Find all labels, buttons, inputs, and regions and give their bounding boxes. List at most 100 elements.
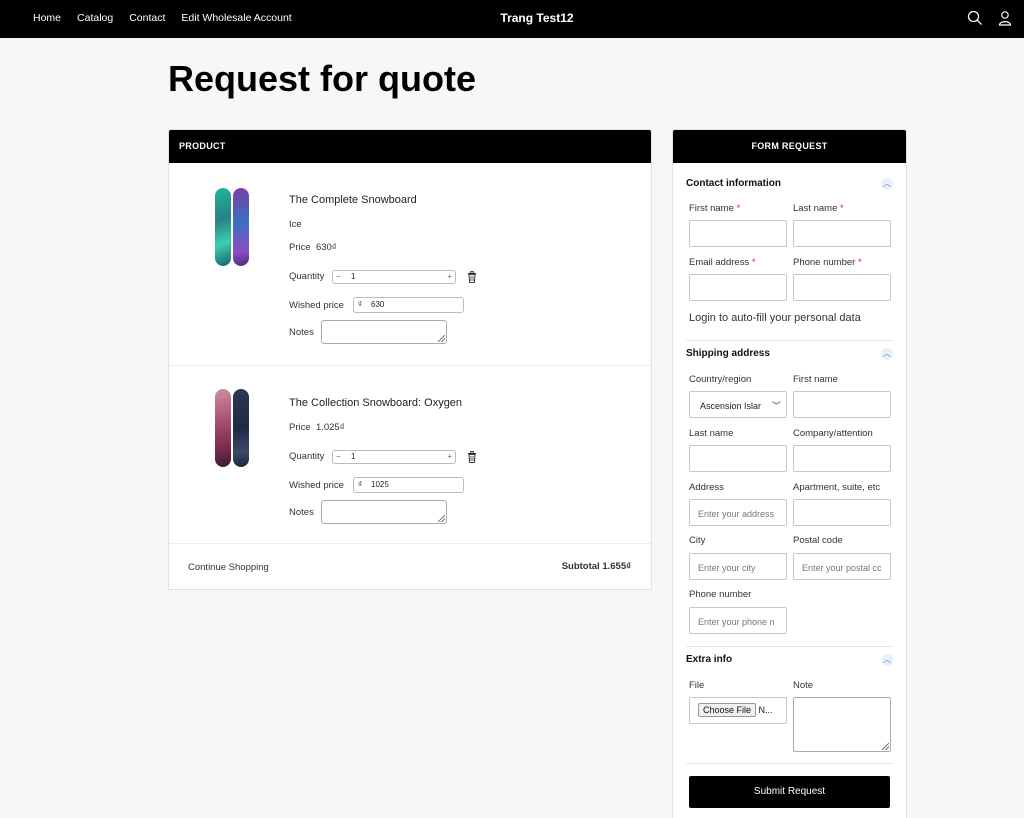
nav-catalog-link[interactable]: Catalog — [77, 12, 113, 24]
nav-contact-link[interactable]: Contact — [129, 12, 165, 24]
product-name[interactable]: The Complete Snowboard — [289, 194, 417, 206]
product-price: Price 630₫ — [289, 242, 337, 253]
wished-price-input[interactable]: ₫ 630 — [353, 297, 464, 313]
cart-footer: Continue Shopping Subtotal 1.655₫ — [169, 543, 651, 589]
currency-symbol: ₫ — [358, 480, 363, 489]
wished-price-label: Wished price — [289, 480, 344, 491]
label-text: First name — [689, 203, 734, 214]
trash-icon[interactable] — [467, 451, 477, 463]
product-row: The Collection Snowboard: Oxygen Price 1… — [169, 365, 651, 543]
contact-section-title: Contact information — [686, 178, 781, 189]
note-textarea[interactable] — [793, 697, 891, 752]
phone-field[interactable] — [793, 274, 891, 301]
notes-label: Notes — [289, 327, 314, 338]
notes-textarea[interactable] — [321, 320, 447, 344]
file-label: File — [689, 680, 705, 691]
email-label: Email address * — [689, 257, 756, 268]
increase-quantity-button[interactable]: + — [447, 451, 452, 463]
nav-home-link[interactable]: Home — [33, 12, 61, 24]
subtotal: Subtotal 1.655₫ — [561, 561, 631, 572]
postal-code-input[interactable]: Enter your postal cc — [793, 553, 891, 580]
section-divider — [686, 763, 894, 764]
quantity-stepper[interactable]: − 1 + — [332, 450, 456, 464]
decrease-quantity-button[interactable]: − — [336, 271, 341, 283]
nav-edit-wholesale-account-link[interactable]: Edit Wholesale Account — [181, 12, 291, 24]
resize-handle-icon[interactable] — [438, 335, 445, 342]
country-select[interactable]: Ascension Islar ﹀ — [689, 391, 787, 418]
price-label: Price — [289, 242, 311, 253]
continue-shopping-link[interactable]: Continue Shopping — [188, 562, 269, 573]
notes-label: Notes — [289, 507, 314, 518]
quantity-label: Quantity — [289, 271, 325, 282]
shipping-first-name-label: First name — [793, 374, 838, 385]
wished-price-value: 1025 — [371, 480, 389, 489]
resize-handle-icon[interactable] — [882, 743, 889, 750]
address-input[interactable]: Enter your address — [689, 499, 787, 526]
form-request-panel: FORM REQUEST Contact information ︿ First… — [672, 129, 907, 818]
chevron-down-icon: ﹀ — [771, 401, 781, 411]
section-divider — [686, 646, 894, 647]
notes-textarea[interactable] — [321, 500, 447, 524]
top-navigation-bar: Home Catalog Contact Edit Wholesale Acco… — [0, 0, 1024, 38]
city-input[interactable]: Enter your city — [689, 553, 787, 580]
resize-handle-icon[interactable] — [438, 515, 445, 522]
chevron-up-icon[interactable]: ︿ — [881, 178, 893, 190]
product-variant: Ice — [289, 219, 302, 230]
required-mark: * — [857, 257, 862, 268]
currency-symbol: ₫ — [358, 300, 363, 309]
label-text: Last name — [793, 203, 838, 214]
product-name[interactable]: The Collection Snowboard: Oxygen — [289, 397, 462, 409]
quantity-value[interactable]: 1 — [351, 271, 355, 283]
main-nav: Home Catalog Contact Edit Wholesale Acco… — [33, 12, 292, 24]
company-label: Company/attention — [793, 428, 873, 439]
contact-first-name-input[interactable] — [689, 220, 787, 247]
email-field[interactable] — [689, 274, 787, 301]
trash-icon[interactable] — [467, 271, 477, 283]
wished-price-value: 630 — [371, 300, 385, 309]
decrease-quantity-button[interactable]: − — [336, 451, 341, 463]
country-selected-value: Ascension Islar — [700, 401, 762, 411]
required-mark: * — [736, 203, 741, 214]
product-price: Price 1.025₫ — [289, 422, 345, 433]
shipping-first-name-input[interactable] — [793, 391, 891, 418]
quantity-value[interactable]: 1 — [351, 451, 355, 463]
search-icon[interactable] — [967, 10, 983, 26]
product-image[interactable] — [213, 187, 253, 267]
first-name-label: First name * — [689, 203, 740, 214]
apartment-input[interactable] — [793, 499, 891, 526]
address-label: Address — [689, 482, 724, 493]
price-label: Price — [289, 422, 311, 433]
shipping-last-name-input[interactable] — [689, 445, 787, 472]
quantity-stepper[interactable]: − 1 + — [332, 270, 456, 284]
submit-request-button[interactable]: Submit Request — [689, 776, 890, 808]
city-label: City — [689, 535, 706, 546]
product-image[interactable] — [213, 388, 253, 468]
account-icon[interactable] — [997, 10, 1013, 26]
company-input[interactable] — [793, 445, 891, 472]
product-table-header: PRODUCT — [169, 130, 651, 163]
required-mark: * — [751, 257, 756, 268]
price-value: 630₫ — [315, 242, 337, 253]
wished-price-label: Wished price — [289, 300, 344, 311]
extra-info-section-title: Extra info — [686, 654, 733, 665]
chevron-up-icon[interactable]: ︿ — [881, 348, 893, 360]
apartment-label: Apartment, suite, etc — [793, 482, 881, 493]
phone-label: Phone number * — [793, 257, 862, 268]
product-panel: PRODUCT The Complete Snowboard Ice Price… — [168, 129, 652, 590]
label-text: Phone number — [793, 257, 856, 268]
file-upload-field[interactable]: Choose File N... — [689, 697, 787, 724]
shipping-phone-label: Phone number — [689, 589, 752, 600]
login-autofill-link[interactable]: Login to auto-fill your personal data — [689, 312, 861, 324]
country-label: Country/region — [689, 374, 752, 385]
wished-price-input[interactable]: ₫ 1025 — [353, 477, 464, 493]
shipping-last-name-label: Last name — [689, 428, 734, 439]
choose-file-button[interactable]: Choose File — [698, 703, 757, 717]
shipping-phone-input[interactable]: Enter your phone n — [689, 607, 787, 634]
contact-last-name-input[interactable] — [793, 220, 891, 247]
last-name-label: Last name * — [793, 203, 844, 214]
required-mark: * — [840, 203, 844, 214]
quantity-label: Quantity — [289, 451, 325, 462]
chevron-up-icon[interactable]: ︿ — [881, 654, 893, 666]
increase-quantity-button[interactable]: + — [447, 271, 452, 283]
postal-code-label: Postal code — [793, 535, 843, 546]
